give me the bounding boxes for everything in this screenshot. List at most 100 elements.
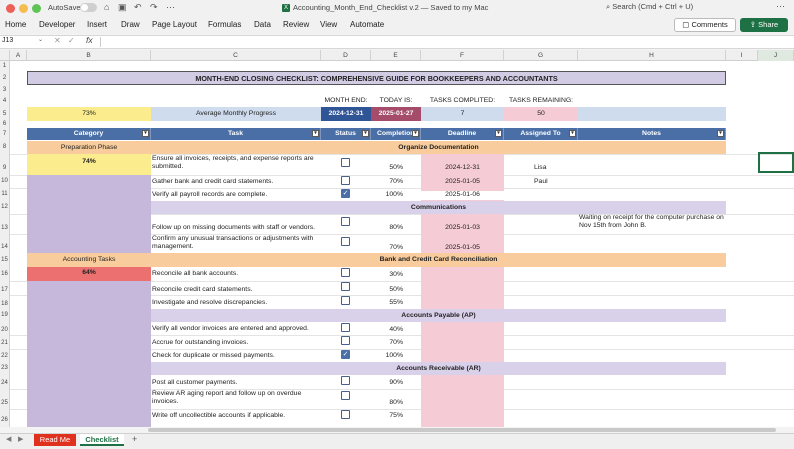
task-header[interactable]: Task ▾ — [151, 128, 321, 140]
next-sheet-icon[interactable]: ▶ — [18, 435, 23, 443]
select-all-corner[interactable] — [0, 50, 10, 61]
undo-icon[interactable]: ↶ — [134, 2, 142, 13]
status-checkbox[interactable] — [341, 410, 350, 419]
status-checkbox[interactable] — [341, 268, 350, 277]
status-checkbox[interactable] — [341, 217, 350, 226]
tab-formulas[interactable]: Formulas — [208, 20, 241, 29]
add-sheet-button[interactable]: + — [132, 434, 137, 444]
column-header-h[interactable]: H — [578, 50, 726, 61]
task-text[interactable]: Verify all vendor invoices are entered a… — [152, 325, 320, 334]
status-checkbox[interactable] — [341, 296, 350, 305]
selected-cell-j13[interactable] — [758, 152, 794, 173]
row-header-22[interactable]: 22 — [0, 349, 10, 362]
column-header-g[interactable]: G — [504, 50, 578, 61]
row-header-19[interactable]: 19 — [0, 309, 10, 322]
row-header-26[interactable]: 26 — [0, 409, 10, 427]
tab-home[interactable]: Home — [5, 20, 26, 29]
task-text[interactable]: Ensure all invoices, receipts, and expen… — [152, 155, 320, 173]
deadline-value[interactable]: 2025-01-03 — [421, 224, 504, 233]
sheet-tab-checklist[interactable]: Checklist — [80, 434, 124, 446]
save-icon[interactable]: ▣ — [118, 2, 127, 13]
column-header-b[interactable]: B — [27, 50, 151, 61]
formula-input[interactable] — [104, 37, 784, 47]
row-header-1[interactable]: 1 — [0, 61, 10, 71]
column-header-j[interactable]: J — [758, 50, 794, 61]
more-options-icon[interactable]: ⋯ — [776, 1, 785, 12]
task-text[interactable]: Post all customer payments. — [152, 379, 320, 388]
row-header-10[interactable]: 10 — [0, 175, 10, 188]
status-checkbox[interactable] — [341, 176, 350, 185]
home-icon[interactable]: ⌂ — [104, 2, 109, 12]
deadline-header[interactable]: Deadline ▾ — [421, 128, 504, 140]
tab-developer[interactable]: Developer — [39, 20, 75, 29]
row-header-11[interactable]: 11 — [0, 188, 10, 201]
row-header-13[interactable]: 13 — [0, 214, 10, 234]
deadline-value[interactable]: 2024-12-31 — [421, 164, 504, 173]
tab-data[interactable]: Data — [254, 20, 271, 29]
row-header-12[interactable]: 12 — [0, 201, 10, 214]
filter-dropdown-icon[interactable]: ▾ — [495, 130, 502, 137]
comments-button[interactable]: ▢ Comments — [674, 18, 736, 32]
status-checkbox-checked[interactable]: ✓ — [341, 350, 350, 359]
minimize-window-button[interactable] — [19, 4, 28, 13]
task-text[interactable]: Write off uncollectible accounts if appl… — [152, 412, 320, 421]
filter-dropdown-icon[interactable]: ▾ — [362, 130, 369, 137]
row-header-5[interactable]: 5 — [0, 107, 10, 121]
filter-dropdown-icon[interactable]: ▾ — [569, 130, 576, 137]
column-header-c[interactable]: C — [151, 50, 321, 61]
tab-automate[interactable]: Automate — [350, 20, 384, 29]
insert-function-icon[interactable]: fx — [86, 35, 93, 45]
column-header-f[interactable]: F — [421, 50, 504, 61]
filter-dropdown-icon[interactable]: ▾ — [142, 130, 149, 137]
row-header-23[interactable]: 23 — [0, 362, 10, 375]
status-checkbox[interactable] — [341, 158, 350, 167]
deadline-value[interactable]: 2025-01-06 — [421, 191, 504, 200]
row-header-14[interactable]: 14 — [0, 234, 10, 253]
row-header-3[interactable]: 3 — [0, 85, 10, 95]
zoom-window-button[interactable] — [32, 4, 41, 13]
scrollbar-thumb[interactable] — [148, 428, 776, 432]
redo-icon[interactable]: ↷ — [150, 2, 158, 13]
confirm-icon[interactable]: ✓ — [68, 36, 75, 45]
task-text[interactable]: Review AR aging report and follow up on … — [152, 390, 320, 408]
notes-value[interactable]: Waiting on receipt for the computer purc… — [579, 214, 725, 232]
month-end-date[interactable]: 2024-12-31 — [321, 107, 371, 121]
task-text[interactable]: Confirm any unusual transactions or adju… — [152, 235, 320, 252]
status-checkbox[interactable] — [341, 282, 350, 291]
row-header-8[interactable]: 8 — [0, 141, 10, 154]
tab-page-layout[interactable]: Page Layout — [152, 20, 197, 29]
more-icon[interactable]: ⋯ — [166, 2, 175, 13]
row-header-15[interactable]: 15 — [0, 253, 10, 267]
column-header-e[interactable]: E — [371, 50, 421, 61]
status-header[interactable]: Status ▾ — [321, 128, 371, 140]
status-checkbox-checked[interactable]: ✓ — [341, 189, 350, 198]
filter-dropdown-icon[interactable]: ▾ — [717, 130, 724, 137]
row-header-7[interactable]: 7 — [0, 127, 10, 141]
status-checkbox[interactable] — [341, 237, 350, 246]
column-header-a[interactable]: A — [10, 50, 27, 61]
assigned-header[interactable]: Assigned To ▾ — [504, 128, 578, 140]
task-text[interactable]: Accrue for outstanding invoices. — [152, 339, 320, 348]
row-header-4[interactable]: 4 — [0, 95, 10, 107]
row-header-25[interactable]: 25 — [0, 389, 10, 409]
task-text[interactable]: Reconcile credit card statements. — [152, 286, 320, 295]
task-text[interactable]: Check for duplicate or missed payments. — [152, 352, 320, 361]
deadline-value[interactable]: 2025-01-05 — [421, 244, 504, 253]
row-header-16[interactable]: 16 — [0, 267, 10, 281]
search-box[interactable]: ⌕ Search (Cmd + Ctrl + U) — [606, 2, 756, 14]
assigned-value[interactable]: Paul — [534, 178, 578, 187]
row-header-20[interactable]: 20 — [0, 322, 10, 335]
task-text[interactable]: Follow up on missing documents with staf… — [152, 224, 320, 233]
completion-header[interactable]: Completion ▾ — [371, 128, 421, 140]
row-header-17[interactable]: 17 — [0, 281, 10, 295]
filter-dropdown-icon[interactable]: ▾ — [412, 130, 419, 137]
chevron-down-icon[interactable]: ⌄ — [38, 36, 43, 43]
task-text[interactable]: Reconcile all bank accounts. — [152, 270, 320, 279]
cancel-icon[interactable]: ✕ — [54, 36, 61, 45]
task-text[interactable]: Gather bank and credit card statements. — [152, 178, 320, 187]
column-header-i[interactable]: I — [726, 50, 758, 61]
status-checkbox[interactable] — [341, 391, 350, 400]
notes-header[interactable]: Notes ▾ — [578, 128, 726, 140]
sheet-tab-read-me[interactable]: Read Me — [34, 434, 76, 446]
filter-dropdown-icon[interactable]: ▾ — [312, 130, 319, 137]
